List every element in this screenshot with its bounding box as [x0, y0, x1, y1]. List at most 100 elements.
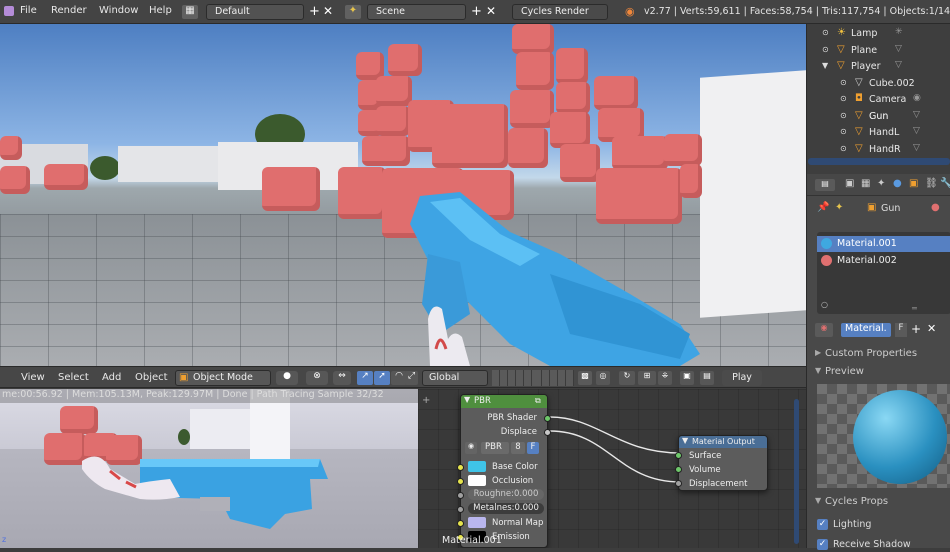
- scale-icon[interactable]: ⤢: [405, 371, 418, 385]
- menu-select[interactable]: Select: [58, 372, 89, 383]
- delete-scene-button[interactable]: ✕: [486, 4, 496, 18]
- input-socket[interactable]: [457, 464, 464, 471]
- outliner-item[interactable]: ▼ ▽ Player ▽: [807, 59, 950, 76]
- outliner-item[interactable]: ⊙ ☀ Lamp ✳: [807, 26, 950, 43]
- group-users[interactable]: 8: [511, 442, 525, 454]
- pivot-icon[interactable]: ⊗: [306, 371, 328, 385]
- panel-custom-properties[interactable]: ▶ Custom Properties: [807, 346, 950, 362]
- editor-type-icon[interactable]: [4, 6, 14, 16]
- checkbox-checked[interactable]: ✓: [817, 519, 828, 530]
- transform-widget-icon[interactable]: ↗: [357, 371, 373, 385]
- menu-help[interactable]: Help: [149, 5, 172, 16]
- checkbox-checked[interactable]: ✓: [817, 539, 828, 550]
- visibility-dot-icon[interactable]: ⊙: [840, 127, 847, 136]
- rendered-viewport[interactable]: z: [0, 389, 418, 548]
- outliner-item[interactable]: ⊙ ▽ Plane ▽: [807, 43, 950, 60]
- fake-user-toggle[interactable]: F: [527, 442, 539, 454]
- lighting-checkbox[interactable]: ✓ Lighting: [817, 518, 950, 532]
- roughness-slider[interactable]: Roughne:0.000: [468, 489, 544, 500]
- proportional-edit-icon[interactable]: ◎: [596, 371, 610, 385]
- outliner-item[interactable]: ⊙ ▽ Gun ▽: [807, 109, 950, 126]
- input-socket[interactable]: [457, 506, 464, 513]
- visibility-dot-icon[interactable]: ▼: [822, 61, 828, 70]
- outliner-item[interactable]: ⊙ ▽ HandL ▽: [807, 125, 950, 142]
- output-node-header[interactable]: ▼ Material Output: [679, 436, 767, 448]
- pbr-group-node[interactable]: ▼ PBR ⧉ PBR Shader Displace ◉ PBR 8 F Ba…: [457, 394, 551, 548]
- outliner-scrollbar[interactable]: [808, 158, 950, 165]
- add-scene-button[interactable]: +: [471, 4, 482, 19]
- material-output-node[interactable]: ▼ Material Output Surface Volume Displac…: [675, 435, 768, 491]
- occlusion-swatch[interactable]: [468, 475, 486, 486]
- material-name-field[interactable]: Material.: [841, 323, 891, 337]
- material-browse-icon[interactable]: ◉: [815, 323, 833, 337]
- input-socket[interactable]: [457, 492, 464, 499]
- output-socket[interactable]: [544, 415, 551, 422]
- node-group-icon[interactable]: ⧉: [535, 396, 541, 406]
- visibility-dot-icon[interactable]: ⊙: [822, 28, 829, 37]
- opengl-render-icon[interactable]: ▣: [680, 371, 694, 385]
- menu-file[interactable]: File: [20, 5, 37, 16]
- node-editor[interactable]: + ▼ PBR ⧉ PBR Shader Displace ◉ PBR 8 F …: [418, 389, 806, 548]
- material-slots-list[interactable]: Material.001 Material.002 ═ ○: [817, 232, 950, 314]
- visibility-dot-icon[interactable]: ⊙: [840, 144, 847, 153]
- unlink-material-button[interactable]: ✕: [927, 322, 936, 335]
- material-fake-user[interactable]: F: [895, 323, 907, 337]
- collapse-icon[interactable]: ▼: [682, 436, 688, 445]
- delete-layout-button[interactable]: ✕: [323, 4, 333, 18]
- panel-preview[interactable]: ▼ Preview: [807, 364, 950, 380]
- layers-grid-2[interactable]: [534, 370, 574, 386]
- outliner-item[interactable]: ⊙ ◘ Camera ◉: [807, 92, 950, 109]
- menu-object[interactable]: Object: [135, 372, 168, 383]
- outliner-item[interactable]: ⊙ ▽ HandR ▽: [807, 142, 950, 159]
- menu-view[interactable]: View: [21, 372, 45, 383]
- screen-layout-field[interactable]: Default: [206, 4, 304, 20]
- menu-render[interactable]: Render: [51, 5, 87, 16]
- visibility-dot-icon[interactable]: ⊙: [822, 45, 829, 54]
- input-socket[interactable]: [457, 520, 464, 527]
- modifiers-tab-icon[interactable]: 🔧: [940, 178, 950, 189]
- output-socket[interactable]: [544, 429, 551, 436]
- collapse-icon[interactable]: ▼: [464, 395, 470, 404]
- panel-cycles-props[interactable]: ▼ Cycles Props: [807, 494, 950, 510]
- material-datablock[interactable]: ◉ Material. F + ✕: [813, 322, 950, 338]
- group-selector[interactable]: ◉ PBR 8 F: [465, 442, 545, 454]
- material-slot[interactable]: Material.002: [817, 253, 950, 269]
- layer-lock-icon[interactable]: ▩: [578, 371, 592, 385]
- editor-type-icon[interactable]: ▤: [815, 179, 835, 191]
- new-material-button[interactable]: +: [911, 322, 921, 336]
- manipulator-icon[interactable]: ⇔: [333, 371, 351, 385]
- snap-element-icon[interactable]: ⊞: [638, 371, 656, 385]
- volume-socket[interactable]: [675, 466, 682, 473]
- play-button[interactable]: Play: [722, 370, 762, 386]
- object-tab-icon[interactable]: ▣: [909, 178, 918, 189]
- material-slot-active[interactable]: Material.001: [817, 236, 950, 252]
- normal-map-swatch[interactable]: [468, 517, 486, 528]
- list-resize-handle[interactable]: ═: [912, 304, 917, 313]
- scene-field[interactable]: Scene: [367, 4, 466, 20]
- receive-shadow-checkbox[interactable]: ✓ Receive Shadow: [817, 538, 950, 552]
- visibility-dot-icon[interactable]: ⊙: [840, 94, 847, 103]
- pin-icon[interactable]: 📌: [817, 202, 829, 213]
- metalness-slider[interactable]: Metalnes:0.000: [468, 503, 544, 514]
- pbr-node-header[interactable]: ▼ PBR ⧉: [461, 395, 547, 408]
- base-color-swatch[interactable]: [468, 461, 486, 472]
- outliner-item[interactable]: ⊙ ▽ Cube.002: [807, 76, 950, 93]
- visibility-dot-icon[interactable]: ⊙: [840, 111, 847, 120]
- menu-window[interactable]: Window: [99, 5, 138, 16]
- scene-tab-icon[interactable]: ✦: [877, 178, 885, 189]
- snap-icon[interactable]: ↻: [619, 371, 635, 385]
- menu-add[interactable]: Add: [102, 372, 121, 383]
- surface-socket[interactable]: [675, 452, 682, 459]
- visibility-dot-icon[interactable]: ⊙: [840, 78, 847, 87]
- constraints-tab-icon[interactable]: ⛓: [925, 178, 938, 189]
- shading-icon[interactable]: ●: [276, 371, 298, 385]
- scene-icon[interactable]: ✦: [345, 5, 361, 19]
- add-layout-button[interactable]: +: [309, 4, 320, 19]
- input-socket[interactable]: [457, 478, 464, 485]
- displacement-socket[interactable]: [675, 480, 682, 487]
- translate-icon[interactable]: ➚: [374, 371, 390, 385]
- 3d-viewport[interactable]: [0, 24, 806, 366]
- mode-dropdown[interactable]: ▣ Object Mode: [175, 370, 271, 386]
- render-tab-icon[interactable]: ▣: [845, 178, 854, 189]
- snap-target-icon[interactable]: ⁜: [658, 371, 672, 385]
